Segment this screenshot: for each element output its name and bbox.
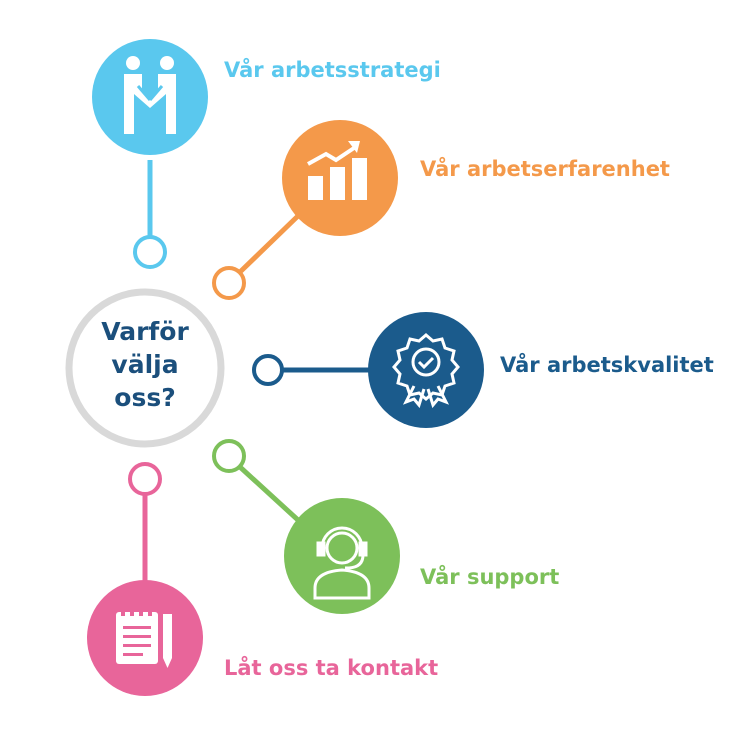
connector-strategy <box>133 160 167 269</box>
node-quality <box>368 312 484 428</box>
center-line-1: Varför <box>101 317 189 346</box>
label-support: Vår support <box>420 565 560 589</box>
center-line-3: oss? <box>114 383 176 412</box>
center-line-2: välja <box>111 350 179 379</box>
center-question: Varför välja oss? <box>70 315 220 414</box>
label-quality: Vår arbetskvalitet <box>500 353 714 377</box>
connector-quality <box>252 354 370 386</box>
node-experience <box>282 120 398 236</box>
label-experience: Vår arbetserfarenhet <box>420 157 670 181</box>
connector-support <box>212 439 300 522</box>
notepad-pen-icon <box>116 607 172 668</box>
label-contact: Låt oss ta kontakt <box>224 656 439 680</box>
label-strategy: Vår arbetsstrategi <box>224 58 441 82</box>
node-strategy <box>92 39 208 155</box>
node-contact <box>87 580 203 696</box>
node-support <box>284 498 400 614</box>
connector-contact <box>128 462 162 592</box>
connector-experience <box>212 212 302 300</box>
